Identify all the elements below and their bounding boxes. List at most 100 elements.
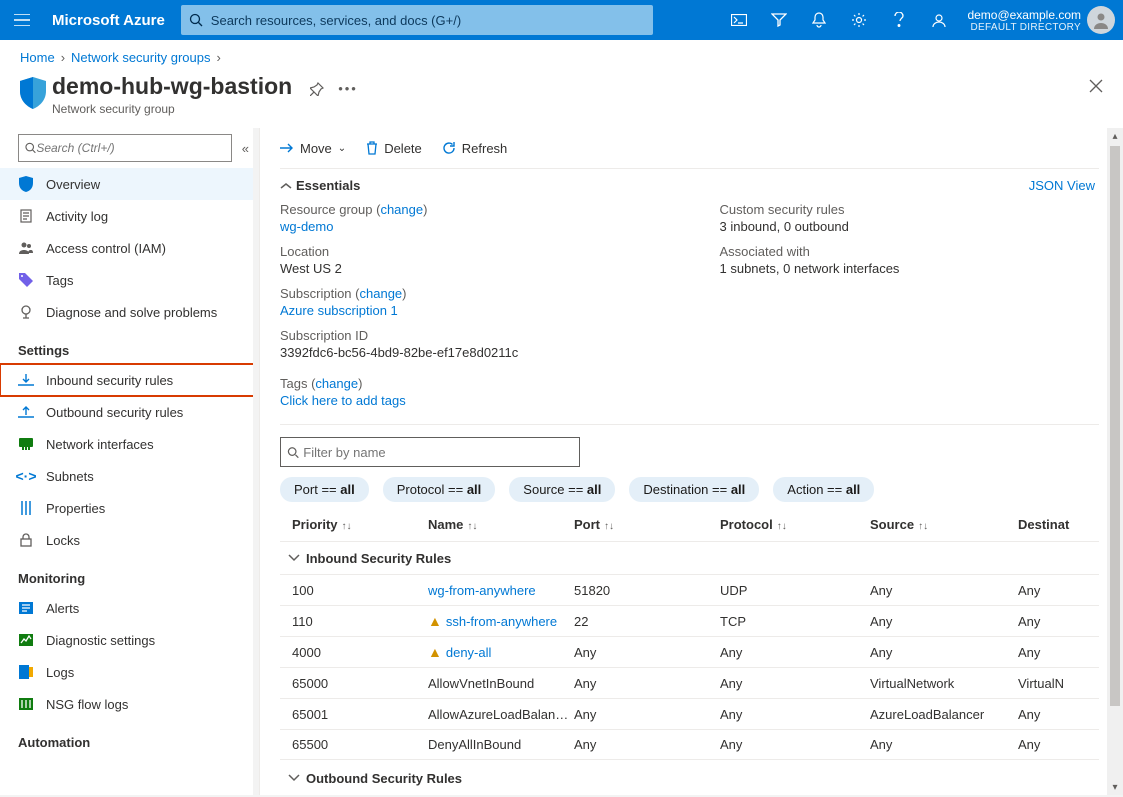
- global-header: Microsoft Azure demo@example.com DEFAULT…: [0, 0, 1123, 40]
- global-search-input[interactable]: [211, 13, 653, 28]
- chevron-down-icon: ⌄: [338, 143, 346, 154]
- pill-destination[interactable]: Destination == all: [629, 477, 759, 502]
- nav-subnets[interactable]: <·> Subnets: [0, 460, 259, 492]
- table-row[interactable]: 110▲ssh-from-anywhere22TCPAnyAny: [280, 605, 1099, 636]
- bell-icon: [812, 12, 826, 28]
- section-inbound[interactable]: Inbound Security Rules: [280, 542, 1099, 574]
- content-scrollbar[interactable]: ▴ ▾: [1107, 128, 1123, 795]
- nav-tags[interactable]: Tags: [0, 264, 259, 296]
- nav-alerts[interactable]: Alerts: [0, 592, 259, 624]
- nav-overview[interactable]: Overview: [0, 168, 259, 200]
- col-protocol[interactable]: Protocol↑↓: [720, 517, 870, 532]
- search-icon: [287, 446, 299, 459]
- nav-access-control[interactable]: Access control (IAM): [0, 232, 259, 264]
- rules-filter-input[interactable]: [303, 445, 573, 460]
- tags-value[interactable]: Click here to add tags: [280, 393, 660, 408]
- close-blade-button[interactable]: [1089, 79, 1103, 93]
- nav-network-interfaces[interactable]: Network interfaces: [0, 428, 259, 460]
- nav-locks[interactable]: Locks: [0, 524, 259, 556]
- chevron-right-icon: ›: [216, 50, 220, 65]
- cell-priority: 65001: [280, 707, 428, 722]
- pill-port[interactable]: Port == all: [280, 477, 369, 502]
- rule-name-link[interactable]: ▲ssh-from-anywhere: [428, 613, 566, 629]
- scroll-up-button[interactable]: ▴: [1107, 128, 1123, 144]
- table-row[interactable]: 4000▲deny-allAnyAnyAnyAny: [280, 636, 1099, 667]
- divider: [280, 424, 1099, 425]
- rule-name-link[interactable]: wg-from-anywhere: [428, 583, 566, 598]
- settings-button[interactable]: [839, 0, 879, 40]
- nav-label: Logs: [46, 665, 74, 680]
- table-row[interactable]: 65001AllowAzureLoadBalan…AnyAnyAzureLoad…: [280, 698, 1099, 729]
- nav-properties[interactable]: Properties: [0, 492, 259, 524]
- col-source[interactable]: Source↑↓: [870, 517, 1018, 532]
- nav-diagnostic-settings[interactable]: Diagnostic settings: [0, 624, 259, 656]
- sort-icon: ↑↓: [342, 521, 352, 532]
- cell-destination: Any: [1018, 614, 1099, 629]
- notifications-button[interactable]: [799, 0, 839, 40]
- global-search[interactable]: [181, 5, 653, 35]
- nav-outbound-rules[interactable]: Outbound security rules: [0, 396, 259, 428]
- nav-label: Alerts: [46, 601, 79, 616]
- left-scrollbar[interactable]: [253, 128, 259, 795]
- search-icon: [25, 142, 36, 154]
- table-row[interactable]: 65000AllowVnetInBoundAnyAnyVirtualNetwor…: [280, 667, 1099, 698]
- tags-change-link[interactable]: change: [315, 376, 358, 391]
- cell-priority: 65000: [280, 676, 428, 691]
- cell-destination: Any: [1018, 645, 1099, 660]
- rules-filter[interactable]: [280, 437, 580, 467]
- avatar: [1087, 6, 1115, 34]
- col-priority[interactable]: Priority↑↓: [280, 517, 428, 532]
- scroll-down-button[interactable]: ▾: [1107, 779, 1123, 795]
- breadcrumb-parent[interactable]: Network security groups: [71, 50, 210, 65]
- nav-diagnose[interactable]: Diagnose and solve problems: [0, 296, 259, 328]
- cmd-delete[interactable]: Delete: [366, 141, 422, 156]
- directory-filter-button[interactable]: [759, 0, 799, 40]
- collapse-menu-button[interactable]: «: [242, 141, 249, 156]
- menu-search-input[interactable]: [36, 141, 224, 155]
- table-row[interactable]: 100wg-from-anywhere51820UDPAnyAny: [280, 574, 1099, 605]
- nav-header-monitoring: Monitoring: [0, 564, 259, 592]
- hamburger-icon: [14, 14, 30, 26]
- collapse-essentials-button[interactable]: [280, 182, 292, 190]
- pill-action[interactable]: Action == all: [773, 477, 874, 502]
- nav-toggle-button[interactable]: [0, 0, 44, 40]
- nav-inbound-rules[interactable]: Inbound security rules: [0, 364, 259, 396]
- subscription-value[interactable]: Azure subscription 1: [280, 303, 660, 318]
- cell-priority: 65500: [280, 737, 428, 752]
- breadcrumb-home[interactable]: Home: [20, 50, 55, 65]
- more-button[interactable]: •••: [338, 81, 358, 96]
- rg-value[interactable]: wg-demo: [280, 219, 660, 234]
- essentials-body: Resource group (change) wg-demo Location…: [280, 202, 1099, 418]
- rule-name-link[interactable]: ▲deny-all: [428, 644, 566, 660]
- col-port[interactable]: Port↑↓: [574, 517, 720, 532]
- nav-activity-log[interactable]: Activity log: [0, 200, 259, 232]
- cloud-shell-button[interactable]: [719, 0, 759, 40]
- account-menu[interactable]: demo@example.com DEFAULT DIRECTORY: [967, 6, 1115, 34]
- feedback-button[interactable]: [919, 0, 959, 40]
- chevron-down-icon: [288, 554, 300, 562]
- col-destination[interactable]: Destinat: [1018, 517, 1099, 532]
- section-outbound[interactable]: Outbound Security Rules: [280, 762, 1099, 794]
- filter-pills: Port == all Protocol == all Source == al…: [280, 477, 1099, 502]
- associated-value: 1 subnets, 0 network interfaces: [720, 261, 1100, 276]
- help-button[interactable]: [879, 0, 919, 40]
- table-row[interactable]: 65500DenyAllInBoundAnyAnyAnyAny: [280, 729, 1099, 760]
- pill-protocol[interactable]: Protocol == all: [383, 477, 496, 502]
- cmd-move[interactable]: Move ⌄: [280, 141, 346, 156]
- subscription-change-link[interactable]: change: [360, 286, 403, 301]
- menu-search[interactable]: [18, 134, 232, 162]
- cmd-refresh[interactable]: Refresh: [442, 141, 508, 156]
- brand-name[interactable]: Microsoft Azure: [44, 12, 181, 29]
- pin-button[interactable]: [310, 82, 324, 96]
- json-view-link[interactable]: JSON View: [1029, 178, 1095, 193]
- nav-flow-logs[interactable]: NSG flow logs: [0, 688, 259, 720]
- scroll-thumb[interactable]: [1110, 146, 1120, 706]
- subscription-id-value: 3392fdc6-bc56-4bd9-82be-ef17e8d0211c: [280, 345, 660, 360]
- col-name[interactable]: Name↑↓: [428, 517, 574, 532]
- nav-logs[interactable]: Logs: [0, 656, 259, 688]
- delete-icon: [366, 141, 378, 155]
- pill-source[interactable]: Source == all: [509, 477, 615, 502]
- rg-change-link[interactable]: change: [380, 202, 423, 217]
- location-label: Location: [280, 244, 660, 259]
- cell-name: AllowAzureLoadBalan…: [428, 707, 574, 722]
